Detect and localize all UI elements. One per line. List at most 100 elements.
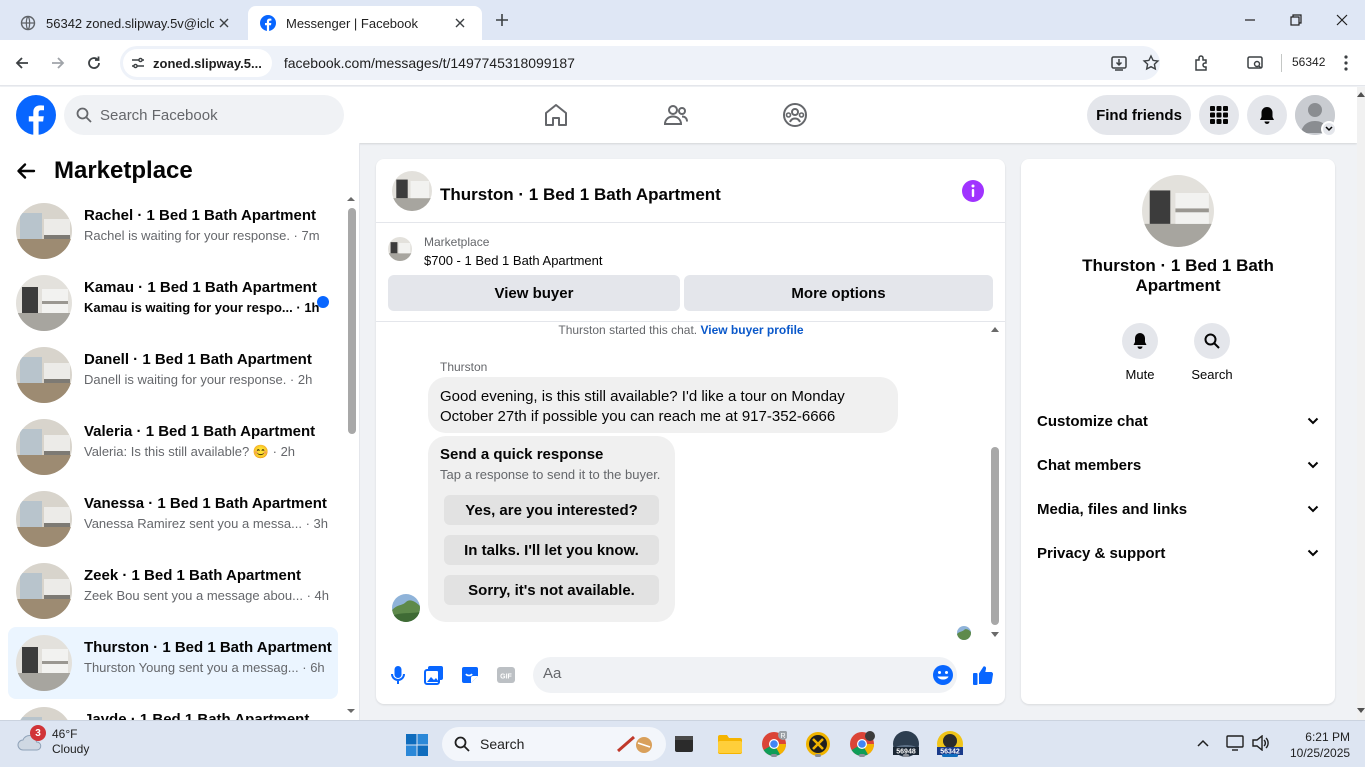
close-window-button[interactable] xyxy=(1320,6,1364,34)
tab-search-button[interactable] xyxy=(1242,50,1268,76)
search-in-chat-button[interactable] xyxy=(1194,323,1230,359)
facebook-search-input[interactable] xyxy=(100,106,320,124)
running-indicator xyxy=(859,754,865,757)
facebook-search[interactable] xyxy=(64,95,344,135)
mute-button[interactable] xyxy=(1122,323,1158,359)
site-info-chip[interactable]: zoned.slipway.5... xyxy=(123,49,272,77)
close-tab-icon[interactable] xyxy=(450,13,470,33)
listing-photo[interactable] xyxy=(392,171,432,211)
search-action[interactable]: Search xyxy=(1182,323,1242,382)
close-tab-icon[interactable] xyxy=(214,13,234,33)
chevron-up-icon[interactable] xyxy=(1197,739,1209,747)
quick-response-button[interactable]: Yes, are you interested? xyxy=(444,495,659,525)
info-icon[interactable] xyxy=(962,180,984,202)
weather-widget[interactable]: 3 46°F Cloudy xyxy=(16,725,89,757)
chat-item[interactable]: Kamau · 1 Bed 1 Bath Apartment Kamau is … xyxy=(8,267,338,339)
view-buyer-button[interactable]: View buyer xyxy=(388,275,680,311)
extensions-button[interactable] xyxy=(1189,50,1215,76)
view-buyer-profile-link[interactable]: View buyer profile xyxy=(700,323,803,337)
chat-item[interactable]: Valeria · 1 Bed 1 Bath Apartment Valeria… xyxy=(8,411,338,483)
quick-response-button[interactable]: In talks. I'll let you know. xyxy=(444,535,659,565)
chat-item[interactable]: Zeek · 1 Bed 1 Bath Apartment Zeek Bou s… xyxy=(8,555,338,627)
media-files-links-section[interactable]: Media, files and links xyxy=(1037,491,1319,527)
conversation-title[interactable]: Thurston · 1 Bed 1 Bath Apartment xyxy=(440,185,721,205)
address-bar[interactable]: zoned.slipway.5... facebook.com/messages… xyxy=(120,46,1160,80)
scroll-up-arrow-icon[interactable] xyxy=(1357,91,1365,97)
chat-item-active[interactable]: Thurston · 1 Bed 1 Bath Apartment Thurst… xyxy=(8,627,338,699)
reload-button[interactable] xyxy=(81,50,107,76)
forward-button[interactable] xyxy=(45,50,71,76)
chat-item[interactable]: Danell · 1 Bed 1 Bath Apartment Danell i… xyxy=(8,339,338,411)
gif-button[interactable]: GIF xyxy=(494,663,518,687)
scroll-down-arrow-icon[interactable] xyxy=(1357,708,1365,714)
nav-groups[interactable] xyxy=(779,99,811,131)
taskbar-search[interactable]: Search xyxy=(442,727,666,761)
customize-chat-section[interactable]: Customize chat xyxy=(1037,403,1319,439)
windows-taskbar: 3 46°F Cloudy Search R 56948 56342 6:21 … xyxy=(0,720,1365,767)
page-scrollbar[interactable] xyxy=(1357,87,1365,720)
system-clock[interactable]: 6:21 PM 10/25/2025 xyxy=(1290,729,1350,761)
send-like-button[interactable] xyxy=(971,663,995,687)
chat-list-scroll-thumb[interactable] xyxy=(348,208,356,434)
chat-item[interactable]: Jayde · 1 Bed 1 Bath Apartment xyxy=(8,699,338,720)
svg-text:R: R xyxy=(780,733,785,740)
taskbar-app-chrome-1[interactable]: R xyxy=(759,729,789,759)
facebook-logo-icon[interactable] xyxy=(16,95,56,135)
attach-media-button[interactable] xyxy=(422,663,446,687)
install-app-button[interactable] xyxy=(1106,50,1132,76)
taskbar-app-56948[interactable]: 56948 xyxy=(891,729,921,759)
arrow-back-icon[interactable] xyxy=(16,161,36,181)
voice-clip-button[interactable] xyxy=(386,663,410,687)
browser-menu-button[interactable] xyxy=(1333,50,1359,76)
tab-search-icon xyxy=(1247,56,1263,69)
bookmark-button[interactable] xyxy=(1138,50,1164,76)
more-options-button[interactable]: More options xyxy=(684,275,993,311)
mute-action[interactable]: Mute xyxy=(1110,323,1170,382)
chat-item[interactable]: Vanessa · 1 Bed 1 Bath Apartment Vanessa… xyxy=(8,483,338,555)
quick-response-button[interactable]: Sorry, it's not available. xyxy=(444,575,659,605)
globe-icon xyxy=(20,15,36,31)
listing-photo xyxy=(16,275,72,331)
scroll-down-arrow-icon[interactable] xyxy=(990,631,1000,639)
taskbar-app-x[interactable] xyxy=(803,729,833,759)
toolbar-divider xyxy=(1281,54,1282,72)
thread-scroll-thumb[interactable] xyxy=(991,447,999,625)
chat-item[interactable]: Rachel · 1 Bed 1 Bath Apartment Rachel i… xyxy=(8,195,338,267)
url-text[interactable]: facebook.com/messages/t/1497745318099187 xyxy=(284,55,575,71)
browser-tab-icloud[interactable]: 56342 zoned.slipway.5v@icloud xyxy=(8,6,246,40)
taskbar-app-terminal[interactable] xyxy=(669,729,699,759)
chat-members-section[interactable]: Chat members xyxy=(1037,447,1319,483)
listing-price[interactable]: $700 - 1 Bed 1 Bath Apartment xyxy=(424,253,603,268)
taskbar-app-file-explorer[interactable] xyxy=(715,729,745,759)
nav-friends[interactable] xyxy=(660,99,692,131)
nav-home[interactable] xyxy=(540,99,572,131)
profile-label[interactable]: 56342 xyxy=(1292,55,1325,69)
privacy-support-section[interactable]: Privacy & support xyxy=(1037,535,1319,571)
back-button[interactable] xyxy=(9,50,35,76)
volume-icon[interactable] xyxy=(1252,735,1270,751)
find-friends-button[interactable]: Find friends xyxy=(1087,95,1191,135)
taskbar-app-chrome-2[interactable] xyxy=(847,729,877,759)
scroll-up-arrow-icon[interactable] xyxy=(990,325,1000,333)
notifications-button[interactable] xyxy=(1247,95,1287,135)
new-tab-button[interactable] xyxy=(490,8,514,32)
windows-start-icon[interactable] xyxy=(405,733,429,757)
network-icon[interactable] xyxy=(1226,735,1244,751)
message-input[interactable] xyxy=(543,665,903,682)
star-icon xyxy=(1142,54,1160,71)
emoji-icon[interactable] xyxy=(932,664,954,686)
restore-button[interactable] xyxy=(1274,6,1318,34)
browser-tab-messenger[interactable]: Messenger | Facebook xyxy=(248,6,482,40)
listing-photo xyxy=(16,563,72,619)
menu-button[interactable] xyxy=(1199,95,1239,135)
minimize-button[interactable] xyxy=(1228,6,1272,34)
chat-details-panel: Thurston · 1 Bed 1 Bath Apartment Mute S… xyxy=(1021,159,1335,704)
sender-avatar[interactable] xyxy=(392,594,420,622)
sticker-button[interactable] xyxy=(458,663,482,687)
taskbar-app-56342[interactable]: 56342 xyxy=(935,729,965,759)
account-menu-button[interactable] xyxy=(1321,121,1337,137)
message-input-box[interactable] xyxy=(533,657,957,693)
tab-title: Messenger | Facebook xyxy=(286,15,418,31)
chat-name: Zeek · 1 Bed 1 Bath Apartment xyxy=(84,567,301,584)
folder-icon xyxy=(718,735,742,754)
